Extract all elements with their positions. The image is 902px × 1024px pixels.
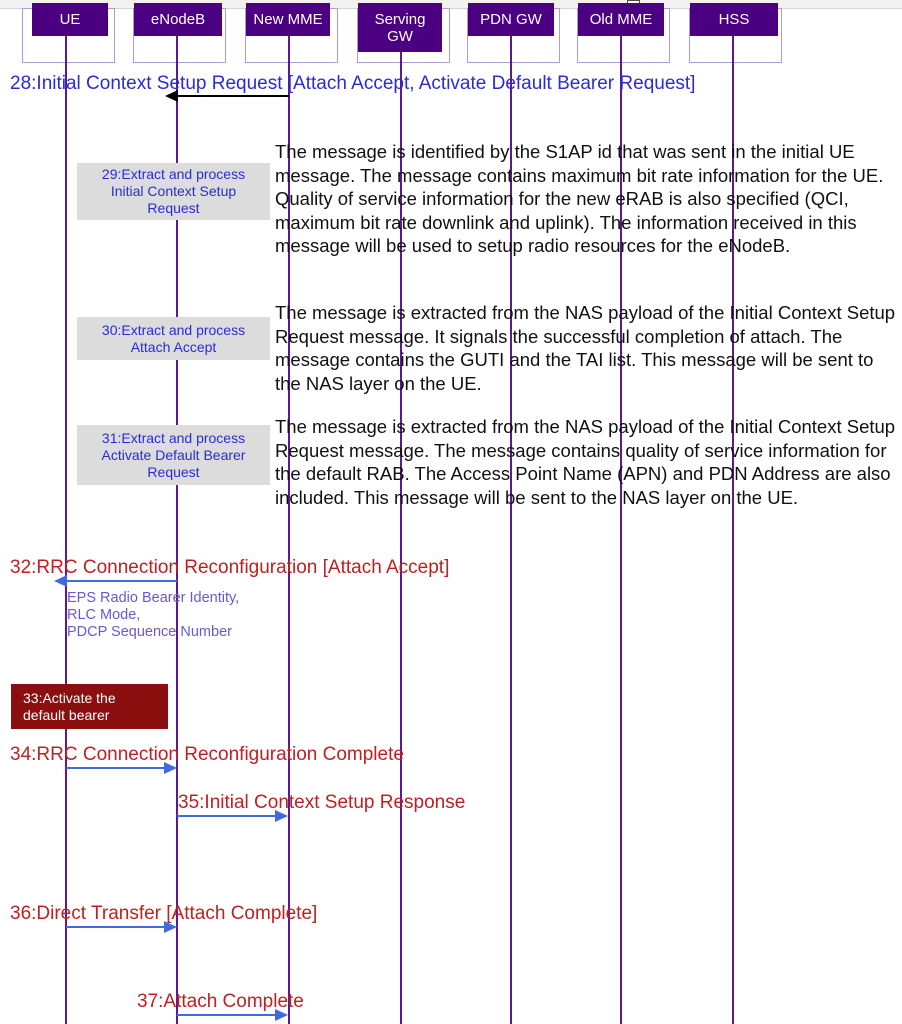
- participant-label-pdn-gw: PDN GW: [480, 11, 542, 28]
- message-label-28[interactable]: 28:Initial Context Setup Request [Attach…: [10, 73, 695, 95]
- action-line: Attach Accept: [130, 338, 217, 355]
- action-box-29[interactable]: 29:Extract and process Initial Context S…: [77, 163, 270, 220]
- action-line: 31:Extract and process: [101, 429, 246, 446]
- action-line: Initial Context Setup: [110, 183, 237, 199]
- action-line: Activate Default Bearer: [101, 446, 246, 463]
- participant-serving-gw[interactable]: Serving GW: [358, 3, 442, 52]
- participant-label-new-mme: New MME: [253, 11, 323, 28]
- participant-label-enodeb: eNodeB: [150, 11, 206, 28]
- description-text-29: The message is identified by the S1AP id…: [275, 141, 884, 256]
- message-label-34[interactable]: 34:RRC Connection Reconfiguration Comple…: [10, 744, 404, 766]
- participant-hss[interactable]: HSS: [690, 3, 778, 36]
- participant-new-mme[interactable]: New MME: [246, 3, 330, 36]
- participant-label-old-mme: Old MME: [589, 11, 653, 28]
- action-line: 33:Activate the: [23, 689, 116, 706]
- message-arrow-line-37: [177, 1014, 277, 1016]
- message-parameters-32: EPS Radio Bearer Identity, RLC Mode, PDC…: [67, 590, 240, 640]
- action-box-31[interactable]: 31:Extract and process Activate Default …: [77, 425, 270, 485]
- message-label-35[interactable]: 35:Initial Context Setup Response: [178, 792, 465, 814]
- message-arrow-head-32: [54, 575, 67, 587]
- message-arrow-line-32: [66, 580, 177, 582]
- description-text-30: The message is extracted from the NAS pa…: [275, 302, 896, 394]
- message-arrow-line-28: [177, 95, 289, 97]
- message-arrow-line-34: [66, 767, 166, 769]
- participant-label-hss: HSS: [718, 11, 750, 28]
- participant-pdn-gw[interactable]: PDN GW: [468, 3, 554, 36]
- action-line: 30:Extract and process: [101, 321, 246, 338]
- action-line: default bearer: [23, 706, 110, 723]
- message-arrow-head-34: [164, 762, 177, 774]
- message-arrow-head-35: [275, 810, 288, 822]
- action-line: Request: [147, 463, 200, 480]
- message-arrow-head-28: [165, 90, 178, 102]
- action-box-33[interactable]: 33:Activate the default bearer: [11, 684, 168, 729]
- message-arrow-line-36: [66, 926, 166, 928]
- participant-enodeb[interactable]: eNodeB: [134, 3, 222, 36]
- message-arrow-head-37: [275, 1009, 288, 1021]
- participant-old-mme[interactable]: Old MME: [578, 3, 664, 36]
- lifeline-ue: [65, 36, 67, 1024]
- participant-label-ue: UE: [59, 11, 81, 28]
- message-arrow-line-35: [177, 815, 277, 817]
- sequence-diagram-canvas: UE eNodeB New MME Serving GW PDN GW Old …: [0, 0, 902, 1024]
- description-text-31: The message is extracted from the NAS pa…: [275, 416, 896, 508]
- action-box-30[interactable]: 30:Extract and process Attach Accept: [77, 317, 270, 360]
- action-line: 29:Extract and process: [101, 166, 246, 182]
- message-arrow-head-36: [164, 921, 177, 933]
- action-line: Request: [147, 200, 200, 216]
- participant-label-serving-gw: Serving GW: [374, 10, 426, 45]
- participant-ue[interactable]: UE: [32, 3, 108, 36]
- message-label-32[interactable]: 32:RRC Connection Reconfiguration [Attac…: [10, 557, 449, 579]
